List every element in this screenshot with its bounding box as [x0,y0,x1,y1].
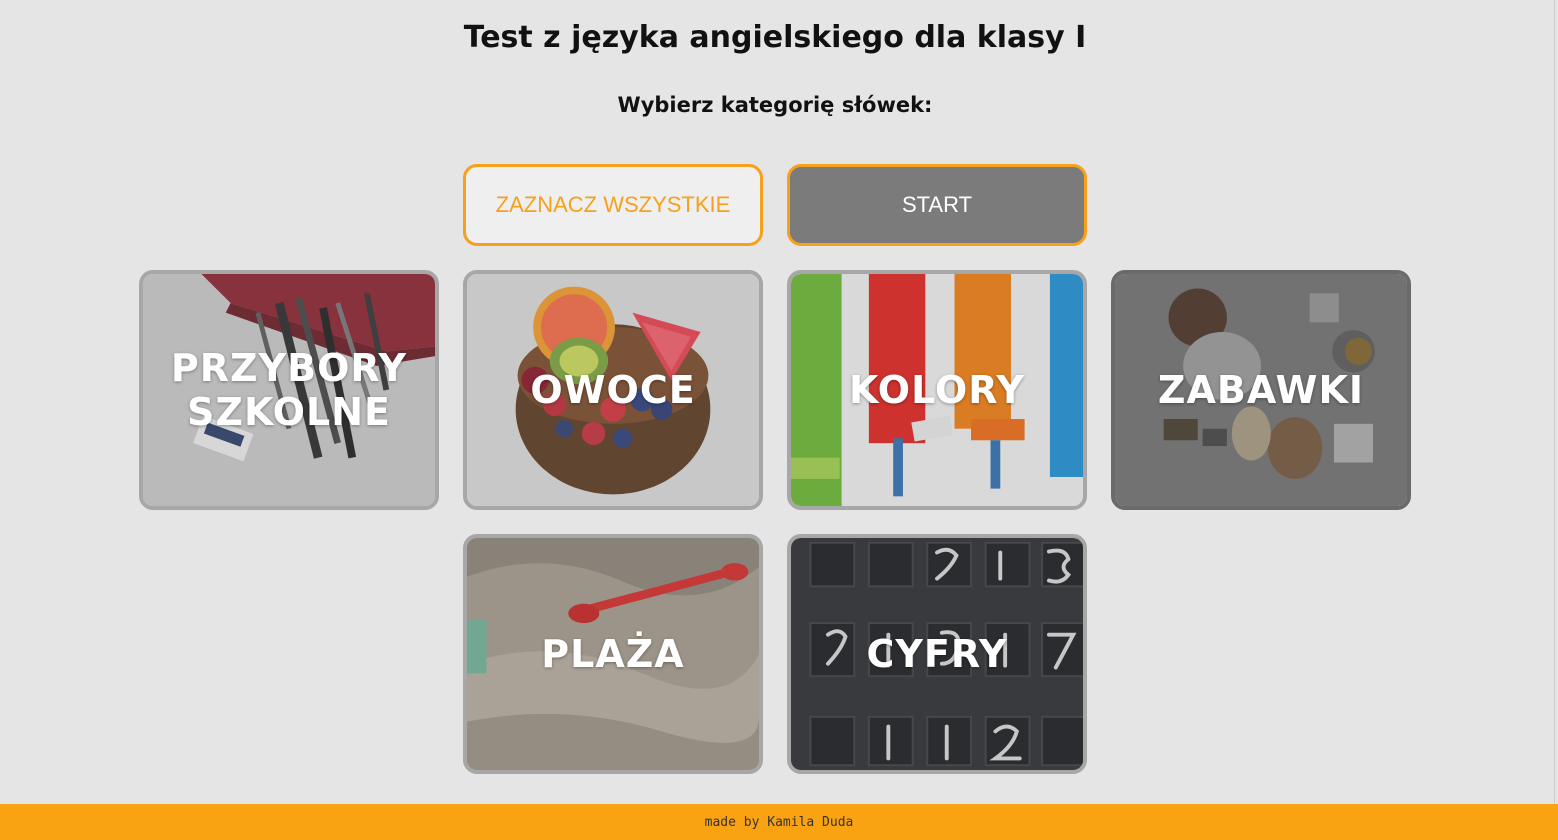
category-tile-colors[interactable]: KOLORY [787,270,1087,510]
category-label: PRZYBORY SZKOLNE [143,274,435,506]
category-tile-toys[interactable]: ZABAWKI [1111,270,1411,510]
category-label: OWOCE [530,368,696,412]
category-label: CYFRY [866,632,1008,676]
category-label: KOLORY [849,368,1025,412]
page-subtitle: Wybierz kategorię słówek: [617,93,933,117]
category-tile-fruit[interactable]: OWOCE [463,270,763,510]
page-title: Test z języka angielskiego dla klasy I [463,20,1087,55]
footer: made by Kamila Duda [0,804,1558,840]
select-all-button[interactable]: ZAZNACZ WSZYSTKIE [463,164,763,246]
category-label-line1: PRZYBORY [170,346,408,390]
category-label: PLAŻA [541,632,685,676]
category-tile-numbers[interactable]: CYFRY [787,534,1087,774]
category-label: ZABAWKI [1157,368,1365,412]
window-edge-divider [1554,0,1555,804]
category-tile-school-supplies[interactable]: PRZYBORY SZKOLNE [139,270,439,510]
start-button[interactable]: START [787,164,1087,246]
page: Test z języka angielskiego dla klasy I W… [0,0,1558,840]
footer-credit: made by Kamila Duda [704,814,854,830]
category-tile-beach[interactable]: PLAŻA [463,534,763,774]
category-label-line2: SZKOLNE [187,390,391,434]
